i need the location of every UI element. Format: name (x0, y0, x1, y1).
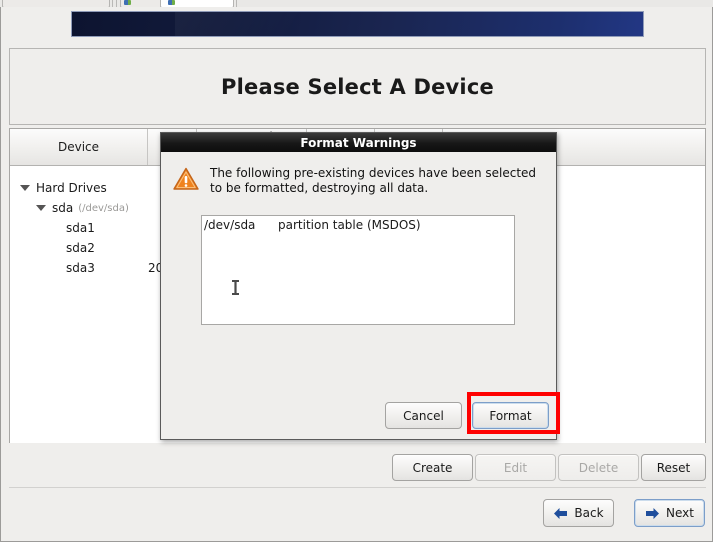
edit-button: Edit (475, 454, 556, 481)
warning-triangle-icon (173, 167, 199, 190)
list-item-device: /dev/sda (204, 218, 256, 232)
cancel-button[interactable]: Cancel (385, 402, 462, 429)
dialog-title-bar: Format Warnings (161, 133, 556, 152)
dialog-button-bar: Cancel Format (161, 402, 558, 434)
header-banner (71, 11, 644, 37)
device-name: sda1 (66, 221, 95, 235)
cancel-button-label: Cancel (403, 408, 444, 423)
chevron-down-icon[interactable] (20, 185, 30, 191)
arrow-left-icon (554, 507, 568, 519)
next-button-label: Next (666, 506, 694, 520)
edit-button-label: Edit (503, 460, 528, 475)
back-button[interactable]: Back (543, 499, 614, 527)
device-warning-list[interactable]: /dev/sda partition table (MSDOS) (201, 215, 515, 325)
reset-button-label: Reset (656, 460, 691, 475)
device-name: sda3 (66, 261, 95, 275)
taskbar-separator-4 (236, 0, 237, 7)
device-name: sda2 (66, 241, 95, 255)
format-warnings-dialog: Format Warnings The following pre-existi… (160, 132, 557, 440)
device-name: sda (52, 201, 74, 215)
delete-button: Delete (558, 454, 639, 481)
action-button-bar: Create Edit Delete Reset (9, 450, 706, 486)
list-item[interactable]: /dev/sda partition table (MSDOS) (202, 216, 514, 232)
back-button-label: Back (574, 506, 604, 520)
page-title-panel: Please Select A Device (9, 48, 706, 125)
device-path: (/dev/sda) (78, 202, 129, 214)
reset-button[interactable]: Reset (641, 454, 706, 481)
next-button[interactable]: Next (634, 499, 705, 527)
dialog-title: Format Warnings (300, 135, 417, 150)
format-button[interactable]: Format (472, 402, 549, 429)
screen-root: Please Select A Device Device Size (M Mo… (0, 0, 713, 542)
column-header-device[interactable]: Device (10, 129, 148, 165)
warning-message-row: The following pre-existing devices have … (173, 166, 541, 196)
navigation-bar: Back Next (0, 490, 713, 542)
device-name: Hard Drives (36, 181, 107, 195)
create-button[interactable]: Create (392, 454, 473, 481)
text-cursor-icon (232, 280, 239, 295)
column-header-device-label: Device (57, 139, 100, 154)
create-button-label: Create (412, 460, 453, 475)
page-title: Please Select A Device (221, 74, 494, 99)
window-icon-3 (168, 0, 175, 5)
arrow-right-icon (646, 507, 660, 519)
window-icon-2 (124, 0, 131, 5)
chevron-down-icon[interactable] (36, 205, 46, 211)
list-item-detail: partition table (MSDOS) (278, 218, 421, 232)
format-button-label: Format (489, 408, 532, 423)
taskbar-separator-2 (116, 0, 117, 7)
delete-button-label: Delete (578, 460, 619, 475)
footer-divider (9, 487, 706, 488)
dialog-body: The following pre-existing devices have … (161, 152, 556, 440)
warning-message: The following pre-existing devices have … (210, 166, 537, 195)
taskbar-separator-1 (112, 0, 113, 7)
